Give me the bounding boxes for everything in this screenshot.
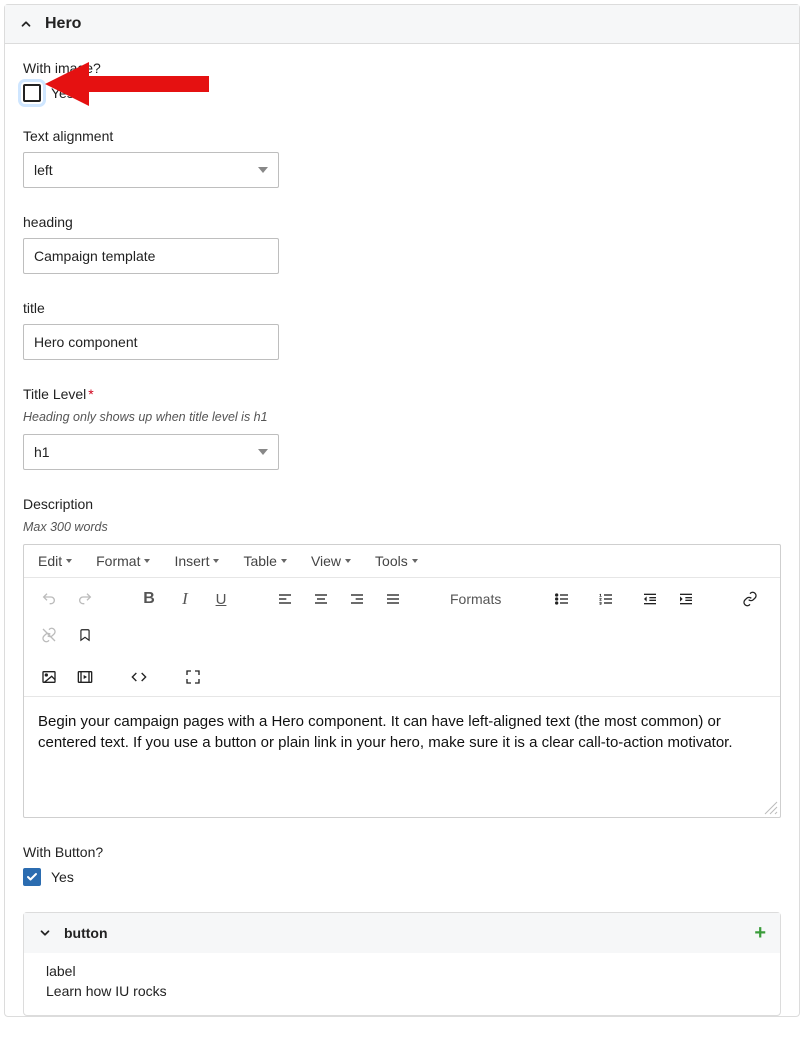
- description-label: Description: [23, 496, 781, 512]
- image-icon[interactable]: [34, 662, 64, 692]
- chevron-down-icon: [258, 167, 268, 173]
- menu-edit[interactable]: Edit: [38, 553, 72, 569]
- chevron-down-icon: [38, 926, 52, 940]
- media-icon[interactable]: [70, 662, 100, 692]
- resize-handle-icon: [764, 801, 778, 815]
- panel-header[interactable]: Hero: [5, 5, 799, 44]
- svg-text:3: 3: [600, 600, 603, 605]
- plus-icon[interactable]: +: [754, 923, 766, 943]
- indent-icon[interactable]: [671, 584, 701, 614]
- heading-field: heading Campaign template: [23, 214, 781, 274]
- with-button-field: With Button? Yes: [23, 844, 781, 886]
- with-image-checkbox[interactable]: [23, 84, 41, 102]
- title-level-select[interactable]: h1: [23, 434, 279, 470]
- button-subpanel-title: button: [64, 925, 108, 941]
- title-level-value: h1: [34, 444, 50, 460]
- text-alignment-label: Text alignment: [23, 128, 781, 144]
- numbered-list-icon[interactable]: 123: [591, 584, 621, 614]
- heading-label: heading: [23, 214, 781, 230]
- bullet-list-icon[interactable]: [547, 584, 577, 614]
- with-button-checkbox-label: Yes: [51, 869, 74, 885]
- align-left-icon[interactable]: [270, 584, 300, 614]
- chevron-down-icon: [281, 559, 287, 563]
- chevron-down-icon: [412, 559, 418, 563]
- text-alignment-value: left: [34, 162, 53, 178]
- underline-icon[interactable]: U: [206, 584, 236, 614]
- chevron-down-icon: [144, 559, 150, 563]
- chevron-up-icon: [19, 17, 33, 31]
- menu-table[interactable]: Table: [243, 553, 286, 569]
- button-subpanel-body: label Learn how IU rocks: [24, 953, 780, 1015]
- align-right-icon[interactable]: [342, 584, 372, 614]
- bookmark-icon[interactable]: [70, 620, 100, 650]
- chevron-down-icon: [213, 559, 219, 563]
- redo-icon[interactable]: [70, 584, 100, 614]
- with-image-label: With image?: [23, 60, 781, 76]
- title-input[interactable]: Hero component: [23, 324, 279, 360]
- link-icon[interactable]: [735, 584, 765, 614]
- title-level-field: Title Level* Heading only shows up when …: [23, 386, 781, 470]
- menu-format[interactable]: Format: [96, 553, 150, 569]
- chevron-down-icon: [345, 559, 351, 563]
- text-alignment-field: Text alignment left: [23, 128, 781, 188]
- title-label: title: [23, 300, 781, 316]
- chevron-down-icon: [258, 449, 268, 455]
- editor-content[interactable]: Begin your campaign pages with a Hero co…: [24, 697, 780, 817]
- button-label-field-label: label: [46, 963, 758, 979]
- chevron-down-icon: [66, 559, 72, 563]
- fullscreen-icon[interactable]: [178, 662, 208, 692]
- with-button-checkbox[interactable]: [23, 868, 41, 886]
- description-hint: Max 300 words: [23, 520, 781, 534]
- menu-view[interactable]: View: [311, 553, 351, 569]
- title-level-hint: Heading only shows up when title level i…: [23, 410, 781, 424]
- with-button-label: With Button?: [23, 844, 781, 860]
- heading-input[interactable]: Campaign template: [23, 238, 279, 274]
- button-label-field-value: Learn how IU rocks: [46, 983, 758, 999]
- panel-body: With image? Yes Text alignment left: [5, 44, 799, 1016]
- panel-title: Hero: [45, 15, 81, 33]
- menu-tools[interactable]: Tools: [375, 553, 418, 569]
- text-alignment-select[interactable]: left: [23, 152, 279, 188]
- editor-menubar: Edit Format Insert Table View Tools: [24, 545, 780, 578]
- formats-dropdown[interactable]: Formats: [442, 584, 513, 614]
- title-value: Hero component: [34, 334, 138, 350]
- description-field: Description Max 300 words Edit Format In…: [23, 496, 781, 818]
- title-level-label: Title Level*: [23, 386, 781, 402]
- code-icon[interactable]: [124, 662, 154, 692]
- button-subpanel: button + label Learn how IU rocks: [23, 912, 781, 1016]
- align-justify-icon[interactable]: [378, 584, 408, 614]
- heading-value: Campaign template: [34, 248, 155, 264]
- rich-text-editor: Edit Format Insert Table View Tools: [23, 544, 781, 818]
- hero-panel: Hero With image? Yes Text alig: [4, 4, 800, 1017]
- button-subpanel-header[interactable]: button +: [24, 913, 780, 953]
- title-field: title Hero component: [23, 300, 781, 360]
- italic-icon[interactable]: I: [170, 584, 200, 614]
- with-image-checkbox-label: Yes: [51, 85, 74, 101]
- unlink-icon[interactable]: [34, 620, 64, 650]
- with-image-field: With image? Yes: [23, 60, 781, 102]
- menu-insert[interactable]: Insert: [174, 553, 219, 569]
- editor-toolbar: B I U: [24, 578, 780, 697]
- align-center-icon[interactable]: [306, 584, 336, 614]
- outdent-icon[interactable]: [635, 584, 665, 614]
- undo-icon[interactable]: [34, 584, 64, 614]
- bold-icon[interactable]: B: [134, 584, 164, 614]
- required-marker: *: [88, 386, 93, 402]
